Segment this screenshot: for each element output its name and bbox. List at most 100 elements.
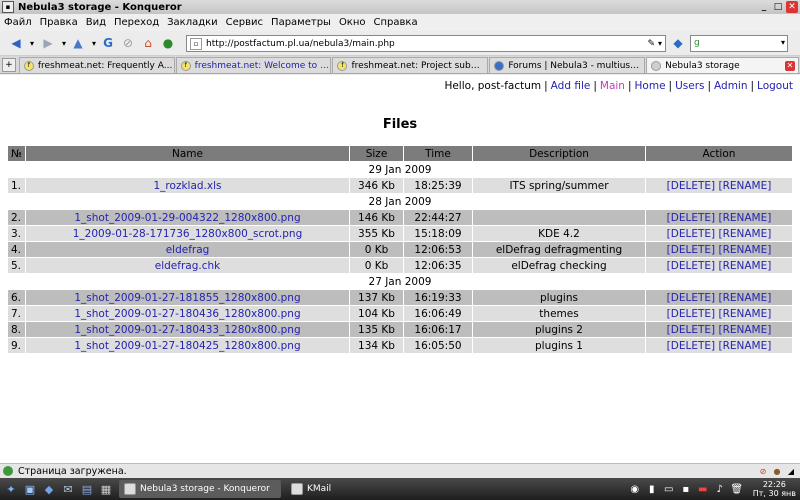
menu-view[interactable]: Вид xyxy=(86,17,106,28)
trash-icon[interactable]: 🗑 xyxy=(730,482,744,496)
tab-freshmeat-project[interactable]: f freshmeat.net: Project subm... xyxy=(332,57,489,73)
resize-grip-icon[interactable]: ◢ xyxy=(786,466,796,476)
delete-file-link[interactable]: [DELETE] xyxy=(667,324,715,336)
menu-edit[interactable]: Правка xyxy=(40,17,78,28)
rename-file-link[interactable]: [RENAME] xyxy=(718,228,771,240)
rename-file-link[interactable]: [RENAME] xyxy=(718,244,771,256)
window-titlebar[interactable]: ▪ Nebula3 storage - Konqueror _ □ ✕ xyxy=(0,0,800,14)
add-file-link[interactable]: Add file xyxy=(551,80,591,92)
url-text[interactable]: http://postfactum.pl.ua/nebula3/main.php xyxy=(206,39,647,49)
rename-file-link[interactable]: [RENAME] xyxy=(718,292,771,304)
home-link[interactable]: Home xyxy=(635,80,666,92)
forward-icon[interactable]: ▶ xyxy=(40,35,56,51)
rename-file-link[interactable]: [RENAME] xyxy=(718,212,771,224)
up-icon[interactable]: ▲ xyxy=(70,35,86,51)
address-bar[interactable]: ▫ http://postfactum.pl.ua/nebula3/main.p… xyxy=(186,35,666,52)
tab-freshmeat-faq[interactable]: f freshmeat.net: Frequently A... xyxy=(18,57,175,73)
menu-file[interactable]: Файл xyxy=(4,17,32,28)
pager-icon[interactable]: ▦ xyxy=(98,481,114,497)
url-history-dropdown-icon[interactable]: ▾ xyxy=(658,39,662,48)
delete-file-link[interactable]: [DELETE] xyxy=(667,292,715,304)
back-dropdown-icon[interactable]: ▾ xyxy=(24,35,40,51)
delete-file-link[interactable]: [DELETE] xyxy=(667,308,715,320)
rename-file-link[interactable]: [RENAME] xyxy=(718,180,771,192)
network-icon[interactable]: ◉ xyxy=(628,482,642,496)
menu-window[interactable]: Окно xyxy=(339,17,366,28)
menu-bookmarks[interactable]: Закладки xyxy=(167,17,218,28)
file-description: elDefrag checking xyxy=(473,258,645,273)
maximize-button[interactable]: □ xyxy=(772,1,784,13)
file-download-link[interactable]: 1_shot_2009-01-27-180433_1280x800.png xyxy=(74,324,300,336)
back-icon[interactable]: ◀ xyxy=(8,35,24,51)
task-label: KMail xyxy=(307,484,332,494)
search-dropdown-icon[interactable]: ▾ xyxy=(781,38,785,47)
file-download-link[interactable]: eldefrag.chk xyxy=(155,260,220,272)
rename-file-link[interactable]: [RENAME] xyxy=(718,340,771,352)
file-download-link[interactable]: 1_rozklad.xls xyxy=(154,180,222,192)
menu-go[interactable]: Переход xyxy=(114,17,159,28)
go-arrow-icon[interactable]: ◆ xyxy=(670,35,686,51)
terminal-launcher-icon[interactable]: ▤ xyxy=(79,481,95,497)
popup-blocked-icon[interactable]: ⊘ xyxy=(758,466,768,476)
file-download-link[interactable]: 1_shot_2009-01-29-004322_1280x800.png xyxy=(74,212,300,224)
volume-icon[interactable]: ♪ xyxy=(713,482,727,496)
files-table-body: 29 Jan 2009 1. 1_rozklad.xls 346 Kb 18:25:39… xyxy=(8,162,792,353)
menu-tools[interactable]: Сервис xyxy=(226,17,263,28)
file-time: 15:18:09 xyxy=(404,226,472,241)
file-description: plugins 2 xyxy=(473,322,645,337)
clock[interactable]: 22:26 Пт, 30 янв xyxy=(753,480,796,498)
home-icon[interactable]: ⌂ xyxy=(140,35,156,51)
minimize-button[interactable]: _ xyxy=(758,1,770,13)
main-link[interactable]: Main xyxy=(600,80,625,92)
logout-link[interactable]: Logout xyxy=(757,80,793,92)
file-download-link[interactable]: eldefrag xyxy=(166,244,210,256)
kde-menu-icon[interactable]: ✦ xyxy=(3,481,19,497)
show-desktop-icon[interactable]: ▣ xyxy=(22,481,38,497)
battery-icon[interactable]: ▮ xyxy=(645,482,659,496)
stop-icon[interactable]: ⊘ xyxy=(120,35,136,51)
delete-file-link[interactable]: [DELETE] xyxy=(667,180,715,192)
web-search-field[interactable]: g ▾ xyxy=(690,35,788,52)
go-icon[interactable]: ● xyxy=(160,35,176,51)
delete-file-link[interactable]: [DELETE] xyxy=(667,244,715,256)
task-kmail[interactable]: KMail xyxy=(286,480,336,498)
kmail-launcher-icon[interactable]: ✉ xyxy=(60,481,76,497)
clipboard-icon[interactable]: ▭ xyxy=(662,482,676,496)
tab-forums-nebula3[interactable]: Forums | Nebula3 - multiuse... xyxy=(489,57,646,73)
menu-settings[interactable]: Параметры xyxy=(271,17,331,28)
tab-freshmeat-welcome[interactable]: f freshmeat.net: Welcome to f... xyxy=(175,57,332,73)
reload-icon[interactable]: G xyxy=(100,35,116,51)
menu-help[interactable]: Справка xyxy=(374,17,418,28)
notes-icon[interactable]: ▪ xyxy=(679,482,693,496)
tab-nebula3-storage[interactable]: Nebula3 storage ✕ xyxy=(646,57,800,73)
close-window-button[interactable]: ✕ xyxy=(786,1,798,13)
users-link[interactable]: Users xyxy=(675,80,704,92)
rename-file-link[interactable]: [RENAME] xyxy=(718,308,771,320)
window-menu-icon[interactable]: ▪ xyxy=(2,1,14,13)
new-tab-icon[interactable]: + xyxy=(2,58,16,72)
file-download-link[interactable]: 1_shot_2009-01-27-181855_1280x800.png xyxy=(74,292,300,304)
close-tab-icon[interactable]: ✕ xyxy=(785,60,796,71)
delete-file-link[interactable]: [DELETE] xyxy=(667,340,715,352)
clock-time: 22:26 xyxy=(762,480,786,489)
file-download-link[interactable]: 1_2009-01-28-171736_1280x800_scrot.png xyxy=(73,228,303,240)
delete-file-link[interactable]: [DELETE] xyxy=(667,260,715,272)
keyboard-layout-flag-icon[interactable]: ▬ xyxy=(696,482,710,496)
admin-link[interactable]: Admin xyxy=(714,80,747,92)
task-konqueror[interactable]: Nebula3 storage - Konqueror xyxy=(119,480,281,498)
konqueror-launcher-icon[interactable]: ◆ xyxy=(41,481,57,497)
rename-file-link[interactable]: [RENAME] xyxy=(718,324,771,336)
file-download-link[interactable]: 1_shot_2009-01-27-180436_1280x800.png xyxy=(74,308,300,320)
page-content: Hello, post-factum | Add file | Main | Home | Us… xyxy=(0,75,800,463)
table-row: 1. 1_rozklad.xls 346 Kb 18:25:39 ITS spring/… xyxy=(8,178,792,193)
file-size: 346 Kb xyxy=(350,178,403,193)
file-name-cell: 1_shot_2009-01-27-181855_1280x800.png xyxy=(26,290,349,305)
delete-file-link[interactable]: [DELETE] xyxy=(667,228,715,240)
delete-file-link[interactable]: [DELETE] xyxy=(667,212,715,224)
file-time: 12:06:53 xyxy=(404,242,472,257)
file-download-link[interactable]: 1_shot_2009-01-27-180425_1280x800.png xyxy=(74,340,300,352)
rename-file-link[interactable]: [RENAME] xyxy=(718,260,771,272)
clear-url-icon[interactable]: ✎ xyxy=(647,39,655,49)
cookie-icon[interactable]: ● xyxy=(772,466,782,476)
search-provider-icon[interactable]: g xyxy=(694,38,700,48)
